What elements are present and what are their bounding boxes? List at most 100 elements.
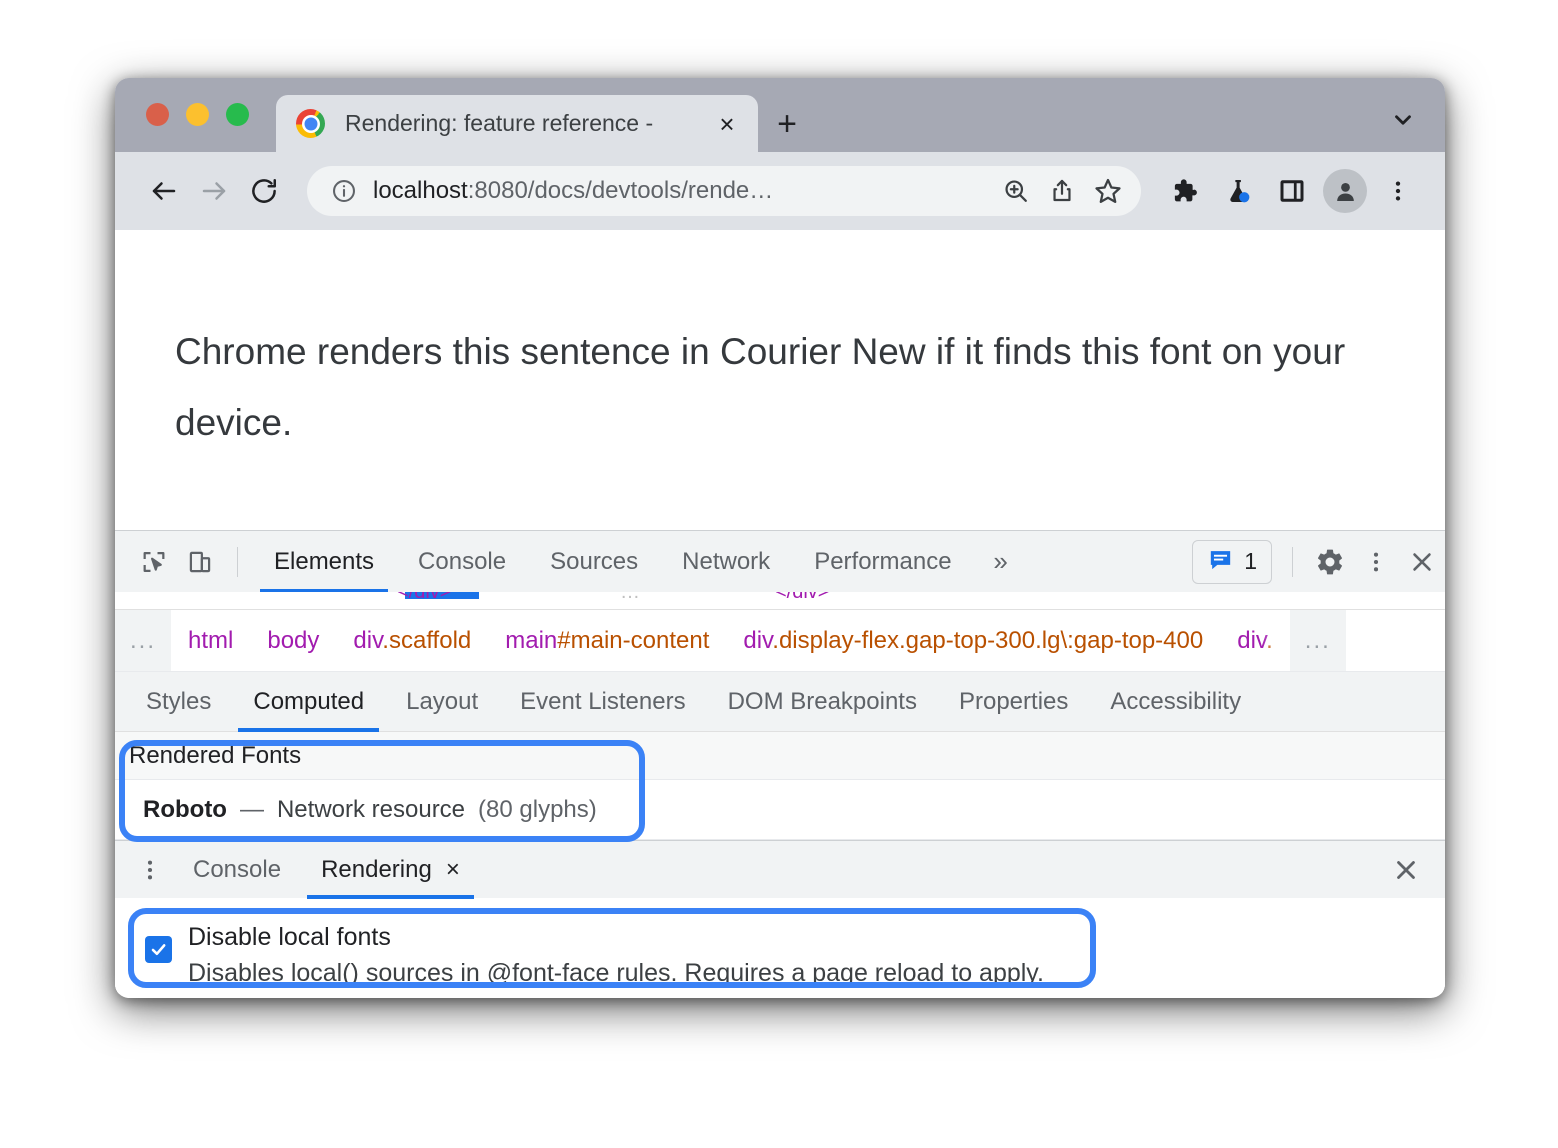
subtab-styles[interactable]: Styles — [125, 672, 232, 732]
address-bar[interactable]: localhost:8080/docs/devtools/rende… — [307, 166, 1141, 216]
breadcrumb-overflow-right[interactable]: ... — [1289, 610, 1346, 671]
tab-sources[interactable]: Sources — [528, 531, 660, 593]
profile-avatar[interactable] — [1323, 169, 1367, 213]
tabs-overflow-button[interactable]: » — [974, 531, 1028, 593]
subtab-label: Properties — [958, 687, 1069, 715]
breadcrumb-class: .scaffold — [382, 626, 472, 654]
close-window-button[interactable] — [146, 103, 169, 126]
rendered-font-row: Roboto — Network resource (80 glyphs) — [115, 780, 1445, 840]
breadcrumb-item-div-flex[interactable]: div.display-flex.gap-top-300.lg\:gap-top… — [726, 627, 1220, 655]
drawer-tab-label: Rendering — [321, 855, 432, 883]
subtab-label: Computed — [253, 687, 365, 715]
subtab-computed[interactable]: Computed — [232, 672, 385, 732]
breadcrumb-tag: div — [743, 626, 773, 654]
subtab-dom-breakpoints[interactable]: DOM Breakpoints — [707, 672, 938, 732]
rendered-fonts-section: Rendered Fonts Roboto — Network resource… — [115, 732, 1445, 840]
new-tab-button[interactable]: + — [758, 95, 816, 152]
setting-description: Disables local() sources in @font-face r… — [188, 958, 1044, 987]
forward-arrow-icon[interactable] — [191, 168, 237, 214]
drawer-close-icon[interactable] — [1381, 845, 1431, 895]
devtools-close-icon[interactable] — [1399, 539, 1445, 585]
rendered-font-name: Roboto — [143, 795, 227, 823]
toolbar-divider — [237, 546, 238, 577]
browser-toolbar: localhost:8080/docs/devtools/rende… — [115, 152, 1445, 230]
disable-local-fonts-setting[interactable]: Disable local fonts Disables local() sou… — [145, 920, 1445, 991]
drawer-tab-label: Console — [193, 855, 282, 883]
elements-sidebar-tabs: Styles Computed Layout Event Listeners D… — [115, 672, 1445, 732]
breadcrumb-tag: html — [188, 626, 234, 654]
chevron-down-icon[interactable] — [1383, 100, 1423, 140]
three-dot-menu-icon[interactable] — [1373, 166, 1423, 216]
breadcrumb-item-div-truncated[interactable]: div. — [1220, 627, 1290, 655]
subtab-properties[interactable]: Properties — [938, 672, 1089, 732]
tab-label: Performance — [814, 547, 952, 575]
share-icon[interactable] — [1039, 168, 1085, 214]
tab-console[interactable]: Console — [396, 531, 528, 593]
breadcrumb: ... html body div.scaffold main#main-con… — [115, 610, 1445, 672]
rendered-font-source: Network resource — [276, 795, 466, 823]
browser-tab[interactable]: Rendering: feature reference - × — [276, 95, 758, 152]
tab-performance[interactable]: Performance — [792, 531, 973, 593]
tab-label: Console — [418, 547, 507, 575]
zoom-in-icon[interactable] — [993, 168, 1039, 214]
browser-tab-title: Rendering: feature reference - — [345, 110, 654, 136]
breadcrumb-class: #main-content — [557, 626, 710, 654]
subtab-label: Event Listeners — [520, 687, 686, 715]
side-panel-icon[interactable] — [1267, 166, 1317, 216]
dom-sliver-text-2: … — [620, 592, 640, 603]
subtab-label: Layout — [406, 687, 479, 715]
setting-text-block: Disable local fonts Disables local() sou… — [188, 920, 1044, 991]
breadcrumb-overflow-left[interactable]: ... — [115, 610, 171, 671]
breadcrumb-item-body[interactable]: body — [250, 627, 336, 655]
devtools-panel: Elements Console Sources Network Perform… — [115, 530, 1445, 994]
subtab-accessibility[interactable]: Accessibility — [1089, 672, 1262, 732]
info-circle-icon[interactable] — [329, 176, 359, 206]
puzzle-icon[interactable] — [1159, 166, 1209, 216]
setting-label: Disable local fonts — [188, 923, 391, 951]
reload-icon[interactable] — [241, 168, 287, 214]
subtab-label: DOM Breakpoints — [727, 687, 917, 715]
inspect-cursor-icon[interactable] — [131, 539, 177, 585]
page-viewport: Chrome renders this sentence in Courier … — [115, 230, 1445, 530]
drawer-tab-rendering[interactable]: Rendering × — [301, 841, 480, 899]
subtab-event-listeners[interactable]: Event Listeners — [499, 672, 706, 732]
flask-icon[interactable] — [1213, 166, 1263, 216]
browser-window: Rendering: feature reference - × + local… — [115, 78, 1445, 998]
back-arrow-icon[interactable] — [141, 168, 187, 214]
window-traffic-lights — [115, 103, 249, 152]
page-sentence: Chrome renders this sentence in Courier … — [175, 331, 1346, 444]
rendered-font-dash: — — [239, 795, 264, 823]
drawer-tab-console[interactable]: Console — [173, 841, 301, 899]
drawer-tab-close-button[interactable]: × — [446, 856, 460, 884]
breadcrumb-class: .display-flex.gap-top-300.lg\:gap-top-40… — [772, 626, 1204, 654]
issues-button[interactable]: 1 — [1192, 539, 1272, 584]
disable-local-fonts-checkbox[interactable] — [145, 936, 172, 963]
minimize-window-button[interactable] — [186, 103, 209, 126]
gear-icon[interactable] — [1307, 539, 1353, 585]
breadcrumb-item-div-scaffold[interactable]: div.scaffold — [336, 627, 488, 655]
maximize-window-button[interactable] — [226, 103, 249, 126]
subtab-label: Styles — [146, 687, 212, 715]
star-icon[interactable] — [1085, 168, 1131, 214]
subtab-layout[interactable]: Layout — [385, 672, 499, 732]
tab-label: Network — [682, 547, 771, 575]
device-toggle-icon[interactable] — [177, 539, 223, 585]
toolbar-divider-2 — [1292, 546, 1293, 577]
browser-titlebar: Rendering: feature reference - × + — [115, 78, 1445, 152]
breadcrumb-item-main-content[interactable]: main#main-content — [488, 627, 726, 655]
tab-strip: Rendering: feature reference - × + — [276, 95, 816, 152]
dom-sliver-text: </div> — [397, 592, 452, 603]
tab-network[interactable]: Network — [660, 531, 792, 593]
screenshot-root: Rendering: feature reference - × + local… — [0, 0, 1558, 1148]
devtools-tabbar: Elements Console Sources Network Perform… — [115, 530, 1445, 593]
drawer-tabbar: Console Rendering × — [115, 840, 1445, 899]
breadcrumb-tag: div — [353, 626, 383, 654]
tab-label: Sources — [550, 547, 639, 575]
three-dot-menu-icon[interactable] — [1353, 539, 1399, 585]
breadcrumb-tag: body — [267, 626, 320, 654]
breadcrumb-item-html[interactable]: html — [171, 627, 250, 655]
issues-message-icon — [1207, 546, 1234, 578]
drawer-menu-icon[interactable] — [127, 847, 173, 893]
tab-elements[interactable]: Elements — [252, 531, 396, 593]
tab-close-button[interactable]: × — [710, 107, 744, 141]
